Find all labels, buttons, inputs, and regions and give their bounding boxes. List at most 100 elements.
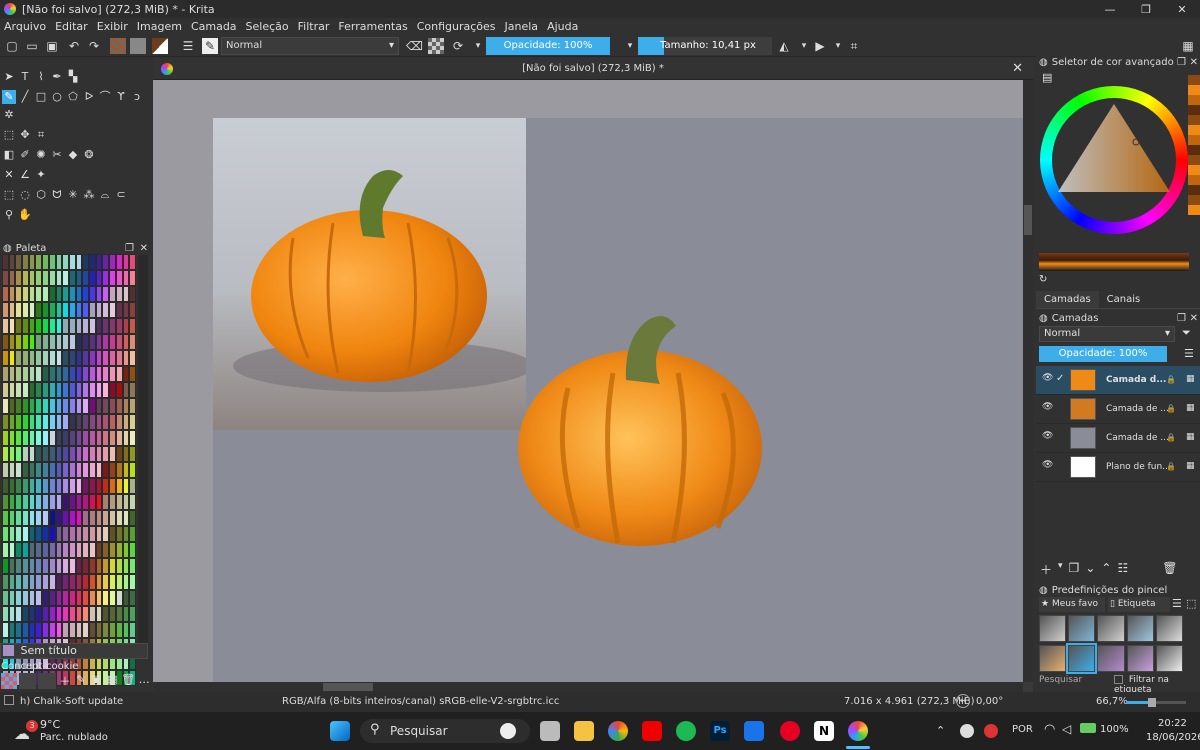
palette-swatch[interactable] <box>75 590 83 606</box>
palette-swatch[interactable] <box>28 302 36 318</box>
palette-swatch[interactable] <box>82 366 90 382</box>
palette-swatch[interactable] <box>2 542 9 558</box>
palette-swatch[interactable] <box>2 350 9 366</box>
palette-swatch[interactable] <box>115 622 123 638</box>
menu-exibir[interactable]: Exibir <box>97 20 128 33</box>
palette-swatch[interactable] <box>75 254 83 270</box>
palette-swatch[interactable] <box>129 526 136 542</box>
palette-swatch[interactable] <box>82 254 90 270</box>
palette-swatch[interactable] <box>15 270 23 286</box>
palette-swatch[interactable] <box>42 606 49 622</box>
palette-swatch[interactable] <box>55 446 63 462</box>
freehand-brush-tool-icon[interactable]: ✎ <box>2 90 16 104</box>
palette-swatch[interactable] <box>122 254 130 270</box>
palette-swatch[interactable] <box>8 510 16 526</box>
palette-swatch[interactable] <box>2 494 9 510</box>
visibility-eye-icon[interactable]: 👁 <box>1042 460 1053 470</box>
palette-swatch[interactable] <box>109 446 116 462</box>
palette-swatch[interactable] <box>2 318 9 334</box>
palette-swatch[interactable] <box>22 302 29 318</box>
palette-swatch[interactable] <box>42 382 49 398</box>
palette-swatch[interactable] <box>2 510 9 526</box>
palette-swatch[interactable] <box>115 606 123 622</box>
palette-swatch[interactable] <box>89 414 96 430</box>
palette-swatch[interactable] <box>28 510 36 526</box>
menu-ferramentas[interactable]: Ferramentas <box>338 20 407 33</box>
palette-swatch[interactable] <box>55 478 63 494</box>
palette-swatch[interactable] <box>109 478 116 494</box>
palette-swatch[interactable] <box>8 382 16 398</box>
palette-swatch[interactable] <box>2 270 9 286</box>
palette-swatch[interactable] <box>102 382 110 398</box>
chrome-icon[interactable] <box>608 721 628 741</box>
color-hue-ring[interactable] <box>1040 86 1188 234</box>
palette-swatch[interactable] <box>122 366 130 382</box>
palette-swatch[interactable] <box>15 398 23 414</box>
brush-search-input[interactable]: Pesquisar <box>1039 675 1082 685</box>
menu-janela[interactable]: Janela <box>505 20 539 33</box>
palette-swatch[interactable] <box>15 302 23 318</box>
close-button[interactable]: ✕ <box>1164 0 1200 18</box>
mirror-vertical-icon[interactable]: ▶ <box>812 38 828 54</box>
palette-swatch[interactable] <box>102 446 110 462</box>
palette-swatch[interactable] <box>109 382 116 398</box>
palette-swatch[interactable] <box>48 302 56 318</box>
palette-swatch[interactable] <box>75 430 83 446</box>
palette-swatch[interactable] <box>68 366 76 382</box>
palette-swatch[interactable] <box>22 510 29 526</box>
palette-swatch[interactable] <box>22 622 29 638</box>
palette-swatch[interactable] <box>82 526 90 542</box>
palette-swatch[interactable] <box>129 446 136 462</box>
palette-swatch[interactable] <box>129 622 136 638</box>
freehand-path-tool-icon[interactable]: ϒ <box>114 90 128 104</box>
palette-swatch[interactable] <box>129 334 136 350</box>
palette-swatch[interactable] <box>109 334 116 350</box>
palette-swatch[interactable] <box>28 334 36 350</box>
palette-swatch[interactable] <box>42 286 49 302</box>
move-layer-up-icon[interactable]: ⌃ <box>1101 561 1111 577</box>
document-app-icon[interactable] <box>744 721 764 741</box>
palette-swatch[interactable] <box>42 462 49 478</box>
palette-swatch[interactable] <box>102 526 110 542</box>
palette-swatch[interactable] <box>15 558 23 574</box>
palette-swatch[interactable] <box>68 414 76 430</box>
pan-tool-icon[interactable]: ✋ <box>18 208 32 222</box>
mirror-horizontal-icon[interactable]: ◭ <box>776 38 792 54</box>
zoom-slider[interactable] <box>1126 698 1186 707</box>
palette-swatch[interactable] <box>42 302 49 318</box>
palette-swatch[interactable] <box>8 270 16 286</box>
palette-swatch[interactable] <box>15 510 23 526</box>
palette-swatch[interactable] <box>82 462 90 478</box>
palette-swatch[interactable] <box>35 526 43 542</box>
smart-patch-tool-icon[interactable]: ✺ <box>34 148 48 162</box>
brush-preset-item[interactable] <box>1126 615 1154 642</box>
palette-swatch[interactable] <box>102 478 110 494</box>
elliptical-selection-tool-icon[interactable]: ◌ <box>18 188 32 202</box>
palette-swatch[interactable] <box>8 398 16 414</box>
palette-swatch[interactable] <box>95 286 103 302</box>
palette-swatch[interactable] <box>89 622 96 638</box>
reload-preset-icon[interactable]: ⟳ <box>450 38 466 54</box>
save-icon[interactable]: ▣ <box>44 38 60 54</box>
palette-swatch[interactable] <box>95 606 103 622</box>
palette-swatch[interactable] <box>55 430 63 446</box>
palette-swatch[interactable] <box>102 350 110 366</box>
palette-swatch[interactable] <box>8 478 16 494</box>
palette-swatch[interactable] <box>129 590 136 606</box>
palette-swatch[interactable] <box>2 590 9 606</box>
brush-preset-icon[interactable]: ✎ <box>202 38 218 54</box>
undo-icon[interactable]: ↶ <box>66 38 82 54</box>
palette-swatch[interactable] <box>42 414 49 430</box>
palette-swatch[interactable] <box>75 622 83 638</box>
brush-favorites-select[interactable]: ★ Meus favo <box>1039 597 1105 612</box>
palette-swatch[interactable] <box>62 574 69 590</box>
palette-swatch[interactable] <box>62 526 69 542</box>
palette-swatch[interactable] <box>95 302 103 318</box>
palette-swatch[interactable] <box>95 270 103 286</box>
palette-swatch[interactable] <box>115 494 123 510</box>
palette-swatch[interactable] <box>109 542 116 558</box>
palette-swatch[interactable] <box>62 414 69 430</box>
palette-swatch[interactable] <box>2 622 9 638</box>
palette-swatch[interactable] <box>129 350 136 366</box>
palette-swatch[interactable] <box>2 526 9 542</box>
